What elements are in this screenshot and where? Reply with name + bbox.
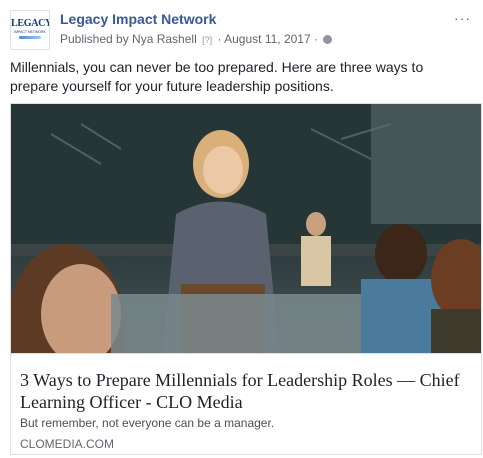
post-header: LEGACY IMPACT NETWORK Legacy Impact Netw… [10,8,473,50]
published-by: Published by Nya Rashell [60,32,197,46]
post: LEGACY IMPACT NETWORK Legacy Impact Netw… [0,0,483,458]
avatar-logo-subtext: IMPACT NETWORK [14,30,46,34]
post-meta: Published by Nya Rashell [?] · August 11… [60,32,333,46]
link-preview-card[interactable]: 3 Ways to Prepare Millennials for Leader… [10,103,482,455]
help-marker[interactable]: [?] [202,35,212,45]
post-date[interactable]: August 11, 2017 [224,32,311,46]
globe-icon[interactable] [323,35,333,44]
classroom-photo [11,104,481,353]
avatar-logo-text: LEGACY [11,18,50,29]
meta-separator-2: · [313,32,318,46]
link-description: But remember, not everyone can be a mana… [20,416,275,430]
link-domain: CLOMEDIA.COM [20,437,115,451]
link-title[interactable]: 3 Ways to Prepare Millennials for Leader… [20,369,470,413]
link-preview-caption[interactable]: 3 Ways to Prepare Millennials for Leader… [11,353,481,454]
avatar[interactable]: LEGACY IMPACT NETWORK [10,10,50,50]
avatar-logo-bar [19,36,41,39]
meta-separator: · [217,32,222,46]
post-message: Millennials, you can never be too prepar… [10,59,424,94]
link-preview-image[interactable] [11,104,481,353]
more-dots-icon[interactable]: ··· [454,11,471,25]
page-name-link[interactable]: Legacy Impact Network [60,11,216,27]
